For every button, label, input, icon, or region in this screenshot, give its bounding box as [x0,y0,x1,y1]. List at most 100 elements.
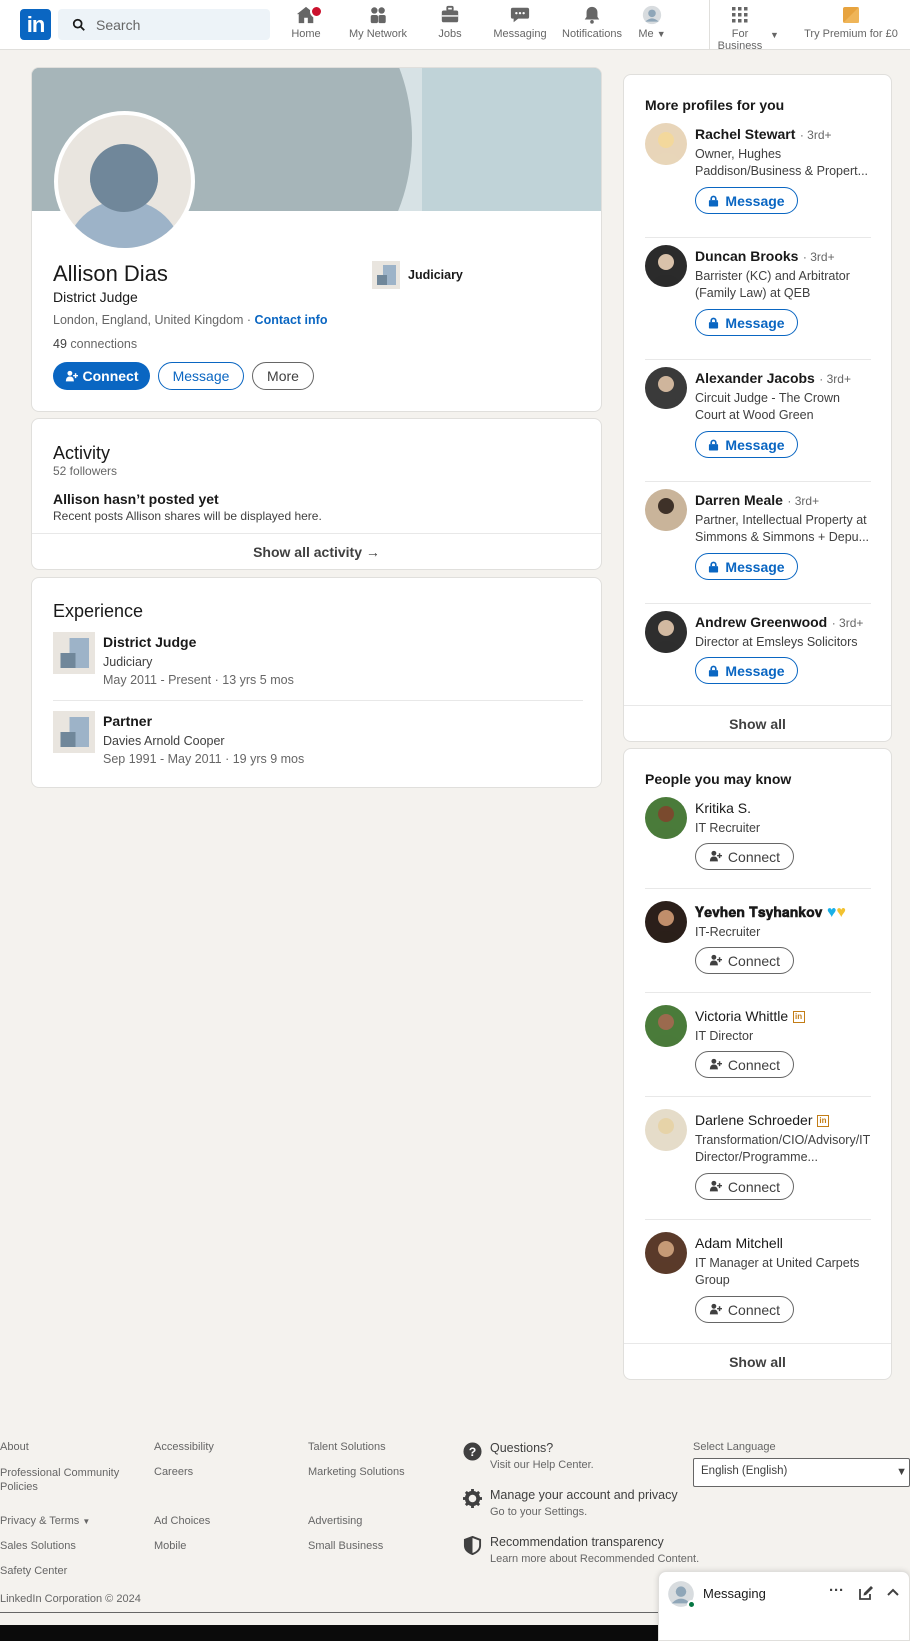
profile-avatar[interactable] [645,1109,687,1151]
chevron-up-icon[interactable] [886,1586,900,1598]
compose-icon[interactable] [858,1585,874,1601]
nav-home[interactable]: Home [266,5,346,40]
linkedin-premium-icon: in [816,1114,829,1127]
connections-count[interactable]: 49 connections [53,337,137,351]
search-bar[interactable]: Search [58,9,270,40]
profile-name-line[interactable]: Duncan Brooks · 3rd+ [695,248,875,266]
profile-actions: Connect Message More [53,362,314,390]
footer-link[interactable]: Small Business [308,1540,383,1552]
profile-avatar[interactable] [645,611,687,653]
linkedin-logo-icon[interactable]: in [20,9,51,40]
profile-name-line[interactable]: Alexander Jacobs · 3rd+ [695,370,875,388]
nav-for-business[interactable]: For Business [707,5,773,52]
people-icon [370,7,386,24]
profile-avatar[interactable] [645,1005,687,1047]
more-button[interactable]: More [252,362,314,390]
add-person-icon [709,1058,722,1070]
messaging-overlay[interactable]: Messaging ··· [658,1571,910,1641]
recommendation-transparency-link[interactable]: Recommendation transparency Learn more a… [463,1534,703,1574]
show-all-profiles-button[interactable]: Show all [624,706,891,742]
profile-name-line[interactable]: Andrew Greenwood · 3rd+ [695,614,875,632]
profile-name: Darlene Schroeder [695,1112,813,1128]
connections-label: connections [70,337,138,351]
footer-link[interactable]: Careers [154,1466,193,1478]
message-button[interactable]: Message [158,362,244,390]
help-title: Questions? [490,1441,554,1455]
footer-link[interactable]: Mobile [154,1540,186,1552]
profile-name-line[interactable]: Rachel Stewart · 3rd+ [695,126,875,144]
settings-link[interactable]: Manage your account and privacy Go to yo… [463,1487,693,1527]
footer-link[interactable]: Privacy & Terms ▼ [0,1515,90,1527]
footer-link[interactable]: Marketing Solutions [308,1466,405,1478]
footer-link[interactable]: Advertising [308,1515,362,1527]
more-options-icon[interactable]: ··· [829,1582,844,1599]
experience-item[interactable]: District Judge Judiciary May 2011 - Pres… [53,632,583,701]
nav-notifications[interactable]: Notifications [552,5,632,40]
footer-link[interactable]: Professional Community Policies [0,1466,130,1494]
message-button[interactable]: Message [695,187,798,214]
profile-avatar[interactable] [645,1232,687,1274]
footer-link[interactable]: Accessibility [154,1441,214,1453]
help-center-link[interactable]: ? Questions? Visit our Help Center. [463,1440,693,1480]
footer-link[interactable]: Ad Choices [154,1515,210,1527]
profile-headline: Circuit Judge - The Crown Court at Wood … [695,391,840,422]
profile-name-line[interactable]: Kritika S. [695,800,880,818]
profile-avatar[interactable] [645,489,687,531]
nav-jobs-label: Jobs [438,28,462,40]
message-button[interactable]: Message [695,553,798,580]
connect-button[interactable]: Connect [695,843,794,870]
profile-location: London, England, United Kingdom [53,313,244,327]
connect-button[interactable]: Connect [695,947,794,974]
footer-link[interactable]: About [0,1441,29,1453]
nav-me[interactable]: Me ▼ [622,5,682,40]
divider [645,1219,871,1220]
profile-avatar[interactable] [645,367,687,409]
profile-avatar[interactable] [645,901,687,943]
connect-button[interactable]: Connect [695,1173,794,1200]
message-button[interactable]: Message [695,657,798,684]
profile-avatar[interactable] [645,797,687,839]
company-logo-icon [53,632,95,674]
footer-link[interactable]: Safety Center [0,1565,67,1577]
profile-avatar[interactable] [645,123,687,165]
profile-avatar[interactable] [645,245,687,287]
nav-my-network[interactable]: My Network [338,5,418,40]
contact-info-link[interactable]: Contact info [255,313,328,327]
connect-button[interactable]: Connect [695,1296,794,1323]
current-company[interactable]: Judiciary [372,261,463,289]
nav-jobs[interactable]: Jobs [410,5,490,40]
lock-icon [709,195,719,206]
profile-name-line[interactable]: Victoria Whittle in [695,1008,880,1026]
help-subtitle: Visit our Help Center. [490,1459,594,1471]
message-label: Message [725,436,785,453]
more-profiles-card: More profiles for you Rachel Stewart · 3… [623,74,892,742]
profile-photo[interactable] [54,111,195,252]
nav-premium[interactable]: Try Premium for £0 [795,5,907,40]
divider [645,359,871,360]
show-all-activity-button[interactable]: Show all activity → [32,534,601,570]
message-button[interactable]: Message [695,431,798,458]
experience-company: Judiciary [103,655,153,669]
divider [645,1096,871,1097]
connect-button[interactable]: Connect [53,362,150,390]
connect-button[interactable]: Connect [695,1051,794,1078]
profile-name-line[interactable]: 𝐘𝐞𝐯𝐡𝐞𝐧 𝐓𝐬𝐲𝐡𝐚𝐧𝐤𝐨𝐯 ♥♥ [695,904,880,922]
experience-item[interactable]: Partner Davies Arnold Cooper Sep 1991 - … [53,711,583,771]
footer-link[interactable]: Talent Solutions [308,1441,386,1453]
profile-name-line[interactable]: Adam Mitchell [695,1235,880,1253]
add-person-icon [709,954,722,966]
footer-link[interactable]: Sales Solutions [0,1540,76,1552]
nav-messaging[interactable]: Messaging [480,5,560,40]
profile-headline: Partner, Intellectual Property at Simmon… [695,513,870,544]
profile-name: Andrew Greenwood [695,614,828,630]
profile-name-line[interactable]: Darlene Schroeder in [695,1112,880,1130]
chat-icon [510,7,530,23]
language-select[interactable]: English (English) ▼ [693,1458,910,1487]
message-button[interactable]: Message [695,309,798,336]
profile-name-line[interactable]: Darren Meale · 3rd+ [695,492,875,510]
activity-empty-subtitle: Recent posts Allison shares will be disp… [53,509,322,523]
profile-card: Allison Dias District Judge London, Engl… [31,67,602,412]
briefcase-icon [441,5,459,23]
show-all-pymk-button[interactable]: Show all [624,1344,891,1380]
profile-avatar-icon [645,123,687,165]
